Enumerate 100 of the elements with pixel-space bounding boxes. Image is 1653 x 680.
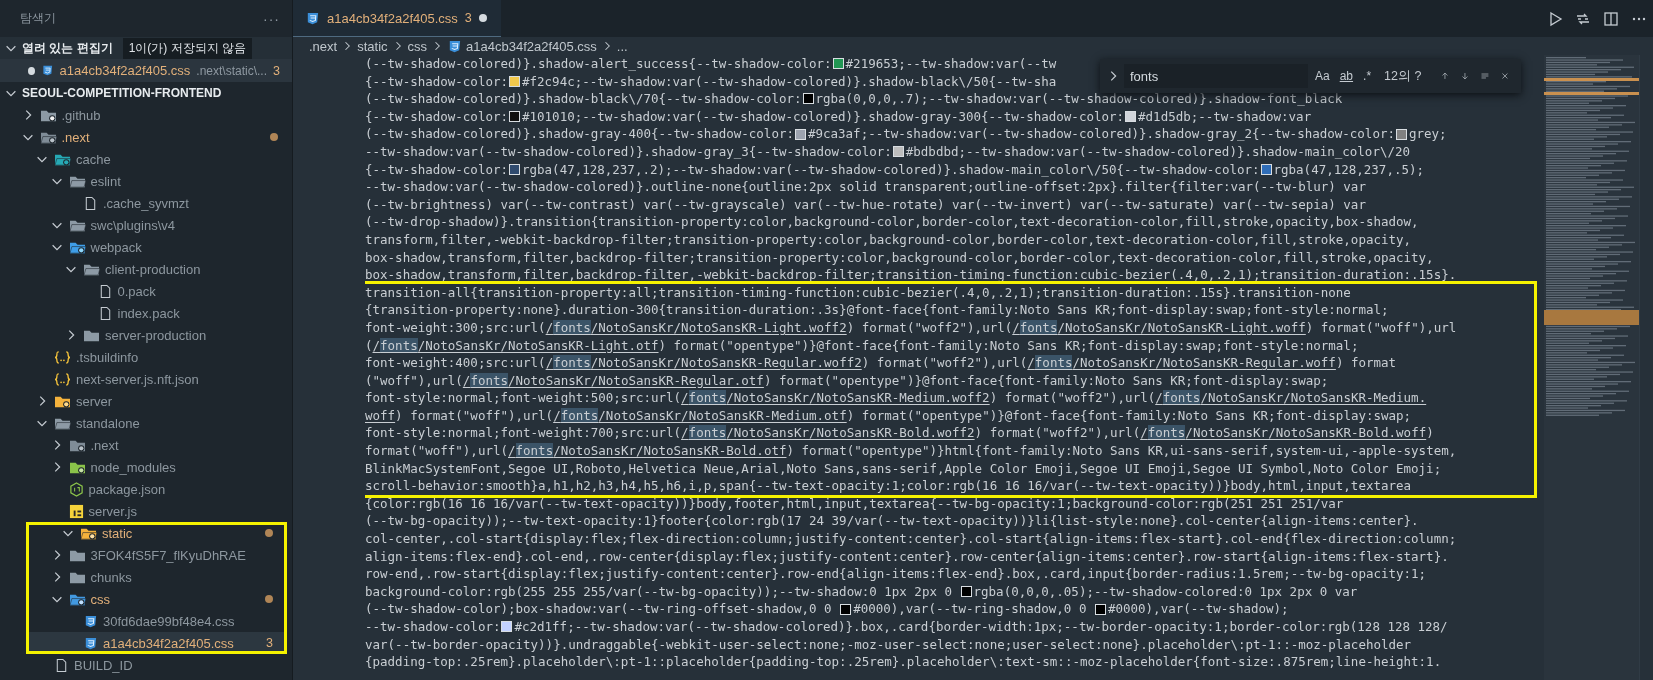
code-text: #219653;--tw-shadow:var(--tw — [845, 55, 1057, 73]
tree-item[interactable]: 3FOK4fS5F7_flKyuDhRAE — [26, 544, 287, 566]
code-text: {--tw-shadow-color: — [365, 160, 508, 179]
tree-item[interactable]: .next — [0, 126, 292, 148]
tree-item[interactable]: client-production — [0, 258, 292, 280]
code-text: ) — [1426, 424, 1434, 443]
item-name: server — [76, 393, 114, 409]
breadcrumb-item[interactable]: static — [357, 38, 388, 54]
option-toggle[interactable]: .* — [1360, 67, 1375, 85]
tree-item[interactable]: cache — [0, 148, 292, 170]
breadcrumb-item[interactable]: ... — [616, 38, 628, 54]
link[interactable]: /fonts/NotoSansKr/NotoSansKR-Medium.woff2 — [681, 389, 990, 407]
tree-item[interactable]: swc\plugins\v4 — [0, 214, 292, 236]
color-swatch[interactable] — [509, 75, 520, 87]
code-text: --tw-shadow-color: — [365, 618, 501, 636]
color-swatch[interactable] — [509, 163, 520, 175]
breadcrumb-item[interactable]: .next — [309, 38, 338, 54]
code-text: (--tw-drop-shadow)}.transition{transition-property:color,background-color,border-color,text-decoration-color,fill,stroke,opacity,box-shadow, — [365, 213, 1419, 231]
code-text: ) format("woff2"),url( — [974, 424, 1141, 443]
item-name: package.json — [88, 481, 167, 497]
link[interactable]: /fonts/NotoSansKr/NotoSansKR-Regular.woff2 — [545, 354, 862, 372]
code-text: #9ca3af;--tw-shadow:var(--tw-shadow-colored)}.shadow-gray_2{--tw-shadow-color: — [807, 125, 1395, 143]
code-text: format("woff"),url( — [365, 442, 508, 460]
link[interactable]: /fonts/NotoSansKr/NotoSansKR-Bold.woff — [1140, 424, 1427, 443]
item-name: 3FOK4fS5F7_flKyuDhRAE — [90, 547, 247, 563]
code-text: ) format("woff2"),url( — [861, 354, 1028, 372]
tree-item[interactable]: .next — [0, 434, 292, 456]
tree-item[interactable]: static — [26, 522, 287, 544]
link[interactable]: /fonts/NotoSansKr/NotoSansKR-Bold.woff2 — [681, 424, 975, 443]
tree-item[interactable]: eslint — [0, 170, 292, 192]
code-text: font-weight:400;src:url( — [365, 354, 546, 372]
code-text: col-center,.col-start{display:flex;flex-direction:column;justify-content:center}.col-start{align-items:flex-start}.col-end{flex-direction:column; — [365, 530, 1457, 548]
option-toggle[interactable]: Aa — [1312, 67, 1333, 85]
color-swatch[interactable] — [509, 111, 520, 123]
link[interactable]: /fonts/NotoSansKr/NotoSansKR-Regular.otf — [462, 371, 764, 390]
editor-tab[interactable]: a1a4cb34f2a2f405.css 3 — [293, 0, 501, 37]
tree-item[interactable]: next-server.js.nft.json — [0, 368, 292, 390]
file-icon — [54, 657, 69, 673]
color-swatch[interactable] — [802, 93, 814, 105]
color-swatch[interactable] — [1125, 111, 1137, 123]
tree-item[interactable]: 30fd6dae99bf48e4.css — [26, 610, 287, 632]
tree-item[interactable]: index.pack — [0, 302, 292, 324]
link[interactable]: /fonts/NotoSansKr/NotoSansKR-Medium. — [1155, 389, 1427, 407]
code-text: ) format("opentype")}@font-face{font-family:Noto Sans KR;font-display:swap; — [846, 406, 1412, 425]
tree-item[interactable]: .cache_syvmzt — [0, 192, 292, 214]
item-name: css — [90, 591, 111, 607]
tree-item[interactable]: chunks — [26, 566, 287, 588]
link[interactable]: /fonts/NotoSansKr/NotoSansKR-Light.otf — [372, 336, 659, 355]
tree-item[interactable]: server.js — [0, 500, 292, 522]
breadcrumb-item[interactable]: css — [407, 38, 428, 54]
tree-item[interactable]: css — [26, 588, 287, 610]
section-header[interactable]: 열려 있는 편집기 1이(가) 저장되지 않음 — [0, 37, 292, 59]
option-toggle[interactable]: ab — [1336, 67, 1357, 85]
tree-item[interactable]: .github — [0, 104, 292, 126]
unsaved-badge: 1이(가) 저장되지 않음 — [122, 37, 252, 59]
code-text: ( — [365, 336, 373, 355]
link[interactable]: /fonts/NotoSansKr/NotoSansKR-Bold.otf — [508, 442, 787, 460]
section-header[interactable]: SEOUL-COMPETITION-FRONTEND — [0, 82, 292, 104]
css-file-icon — [447, 38, 463, 54]
color-swatch[interactable] — [1094, 603, 1106, 615]
problem-count: 3 — [266, 636, 273, 650]
run-icon[interactable] — [1547, 10, 1563, 27]
find-input[interactable]: fonts — [1124, 64, 1308, 88]
link[interactable]: /fonts/NotoSansKr/NotoSansKR-Light.woff — [1012, 318, 1306, 337]
item-name: next-server.js.nft.json — [76, 371, 200, 387]
color-swatch[interactable] — [1260, 163, 1272, 175]
split-editor-icon[interactable] — [1603, 10, 1619, 27]
color-swatch[interactable] — [840, 603, 852, 615]
tree-item[interactable]: server — [0, 390, 292, 412]
js-file-icon — [68, 503, 84, 519]
item-name: chunks — [90, 569, 133, 585]
link[interactable]: /fonts/NotoSansKr/NotoSansKR-Medium.otf — [553, 406, 847, 425]
code-text: rgba(47,128,237,.2);--tw-shadow:var(--tw-shadow-colored)}.shadow-main_color\/50{--tw-shadow-color: — [522, 160, 1260, 179]
code-text: --tw-shadow:var(--tw-shadow-colored)}.shadow-gray_3{--tw-shadow-color: — [365, 142, 892, 161]
breadcrumb-item[interactable]: a1a4cb34f2a2f405.css — [447, 38, 597, 54]
color-swatch[interactable] — [501, 621, 513, 633]
file-name: a1a4cb34f2a2f405.css — [59, 63, 191, 78]
color-swatch[interactable] — [960, 586, 972, 598]
tree-item[interactable]: 0.pack — [0, 280, 292, 302]
color-swatch[interactable] — [832, 58, 844, 70]
tree-item[interactable]: a1a4cb34f2a2f405.css 3 — [26, 632, 287, 654]
link[interactable]: /fonts/NotoSansKr/NotoSansKR-Light.woff2 — [545, 318, 847, 337]
color-swatch[interactable] — [794, 128, 806, 140]
tree-item[interactable]: standalone — [0, 412, 292, 434]
tree-item[interactable]: server-production — [0, 324, 292, 346]
open-editor-item[interactable]: a1a4cb34f2a2f405.css .next\static\... 3 — [0, 59, 292, 82]
css-file-icon — [83, 613, 98, 629]
code-text: ) format("woff"),url — [1305, 318, 1457, 337]
more-button[interactable]: ··· — [263, 10, 280, 27]
link[interactable]: woff — [365, 406, 396, 425]
color-swatch[interactable] — [892, 146, 904, 158]
tree-item[interactable]: BUILD_ID — [0, 654, 292, 676]
link[interactable]: /fonts/NotoSansKr/NotoSansKR-Regular.woff — [1027, 354, 1336, 372]
tree-item[interactable]: .tsbuildinfo — [0, 346, 292, 368]
tree-item[interactable]: package.json — [0, 478, 292, 500]
color-swatch[interactable] — [1395, 128, 1407, 140]
tree-item[interactable]: webpack — [0, 236, 292, 258]
code-text: (--tw-bg-opacity));--tw-text-opacity:1}footer{color:rgb(17 24 39/var(--tw-text-opacity))}li{list-style:none}.col-center{align-items:center}. — [365, 512, 1419, 531]
tree-item[interactable]: node_modules — [0, 456, 292, 478]
code-text: (--tw-brightness) var(--tw-contrast) var(--tw-grayscale) var(--tw-hue-rotate) var(--tw-invert) var(--tw-saturate) var(--tw-sepia) var — [365, 195, 1366, 214]
